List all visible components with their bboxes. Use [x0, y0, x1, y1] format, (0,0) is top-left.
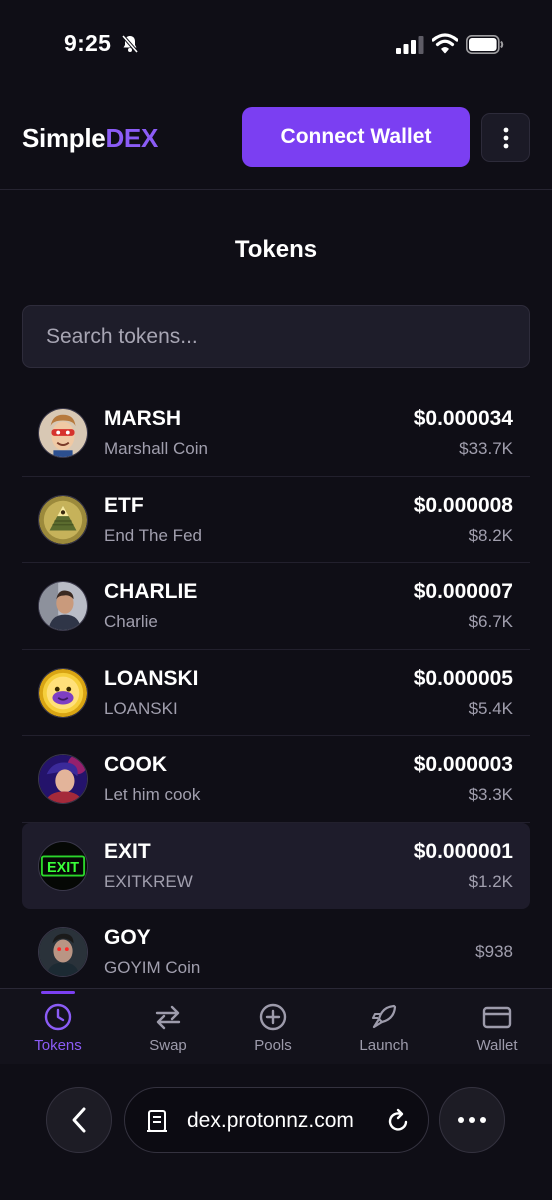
nav-label: Launch — [359, 1037, 409, 1054]
token-market-cap: $1.2K — [468, 871, 513, 891]
token-symbol: EXIT — [104, 839, 151, 863]
wifi-icon — [432, 33, 458, 54]
token-name: End The Fed — [104, 525, 202, 545]
token-row-exit[interactable]: EXIT EXIT EXITKREW $0.000001 $1.2K — [22, 822, 530, 909]
active-indicator — [41, 991, 75, 994]
nav-label: Swap — [149, 1037, 187, 1054]
browser-menu-button[interactable] — [439, 1087, 505, 1153]
status-bar: 9:25 — [0, 0, 552, 90]
token-name: LOANSKI — [104, 698, 178, 718]
token-market-cap: $5.4K — [468, 698, 513, 718]
token-avatar-goy — [38, 927, 88, 977]
nav-tab-pools[interactable]: Pools — [223, 989, 323, 1065]
token-name: EXITKREW — [104, 871, 193, 891]
page-settings-icon — [147, 1110, 167, 1132]
nav-tab-swap[interactable]: Swap — [118, 989, 218, 1065]
nav-label: Tokens — [34, 1037, 82, 1054]
token-avatar-etf — [38, 494, 88, 545]
brand-name-part2: DEX — [105, 123, 159, 153]
browser-back-button[interactable] — [46, 1087, 112, 1153]
token-price: $0.000034 — [413, 407, 513, 430]
more-options-button[interactable] — [481, 113, 530, 162]
token-row-cook[interactable]: COOK Let him cook $0.000003 $3.3K — [22, 736, 530, 823]
vertical-ellipsis-icon — [503, 127, 508, 148]
app-screen: 9:25 SimpleDEX Connect Wallet Tokens Sea… — [0, 0, 552, 1200]
token-price: $0.000005 — [413, 666, 513, 690]
brand-name-part1: Simple — [22, 123, 106, 153]
token-symbol: GOY — [104, 926, 151, 949]
token-avatar-cook — [38, 754, 88, 804]
token-row-loanski[interactable]: LOANSKI LOANSKI $0.000005 $5.4K — [22, 650, 530, 736]
bottom-nav: Tokens Swap Pools Launch Wallet — [0, 988, 552, 1064]
token-price: $0.000007 — [413, 580, 513, 603]
clock-icon — [44, 1003, 72, 1031]
svg-text:EXIT: EXIT — [47, 859, 79, 875]
nav-tab-launch[interactable]: Launch — [334, 989, 434, 1065]
search-box — [22, 305, 530, 368]
nav-label: Pools — [254, 1037, 292, 1054]
app-header: SimpleDEX Connect Wallet — [0, 90, 552, 190]
nav-tab-wallet[interactable]: Wallet — [447, 989, 547, 1065]
nav-label: Wallet — [476, 1037, 518, 1054]
token-market-cap: $6.7K — [468, 612, 513, 631]
cell-signal-icon — [396, 36, 424, 54]
token-market-cap: $33.7K — [459, 439, 513, 458]
connect-wallet-button[interactable]: Connect Wallet — [242, 107, 470, 167]
token-name: Marshall Coin — [104, 439, 208, 458]
url-text: dex.protonnz.com — [187, 1109, 354, 1132]
search-input[interactable] — [23, 306, 529, 367]
token-name: Let him cook — [104, 785, 201, 804]
page-title: Tokens — [234, 236, 318, 263]
token-symbol: ETF — [104, 493, 144, 517]
status-time: 9:25 — [64, 30, 112, 56]
nav-tab-tokens[interactable]: Tokens — [8, 989, 108, 1065]
token-market-cap: $938 — [475, 942, 513, 961]
address-bar[interactable]: dex.protonnz.com — [124, 1087, 429, 1153]
horizontal-ellipsis-icon — [458, 1117, 486, 1123]
token-avatar-charlie — [38, 581, 88, 631]
token-market-cap: $3.3K — [468, 785, 513, 804]
browser-toolbar: dex.protonnz.com — [0, 1064, 552, 1200]
battery-icon — [466, 35, 504, 54]
token-price: $0.000001 — [413, 839, 513, 863]
token-symbol: CHARLIE — [104, 580, 198, 603]
token-name: GOYIM Coin — [104, 958, 201, 977]
token-name: Charlie — [104, 612, 158, 631]
chevron-left-icon — [72, 1107, 86, 1133]
token-row-charlie[interactable]: CHARLIE Charlie $0.000007 $6.7K — [22, 563, 530, 650]
bell-muted-icon — [121, 34, 139, 54]
token-row-etf[interactable]: ETF End The Fed $0.000008 $8.2K — [22, 477, 530, 563]
card-icon — [482, 1006, 512, 1029]
token-avatar-marsh — [38, 408, 88, 458]
brand-logo[interactable]: SimpleDEX — [22, 123, 158, 154]
token-row-goy[interactable]: GOY GOYIM Coin $938 — [22, 909, 530, 996]
token-market-cap: $8.2K — [468, 525, 513, 545]
token-symbol: MARSH — [104, 407, 181, 430]
token-price: $0.000008 — [413, 493, 513, 517]
token-symbol: LOANSKI — [104, 666, 199, 690]
rocket-icon — [372, 1004, 397, 1029]
token-avatar-loanski — [38, 667, 88, 718]
token-symbol: COOK — [104, 753, 167, 776]
token-price: $0.000003 — [413, 753, 513, 776]
token-row-marsh[interactable]: MARSH Marshall Coin $0.000034 $33.7K — [22, 390, 530, 477]
reload-icon[interactable] — [385, 1108, 411, 1134]
swap-arrows-icon — [155, 1005, 181, 1030]
token-avatar-exit: EXIT — [38, 840, 88, 891]
plus-circle-icon — [259, 1003, 287, 1031]
token-list: MARSH Marshall Coin $0.000034 $33.7K ETF… — [22, 390, 530, 996]
